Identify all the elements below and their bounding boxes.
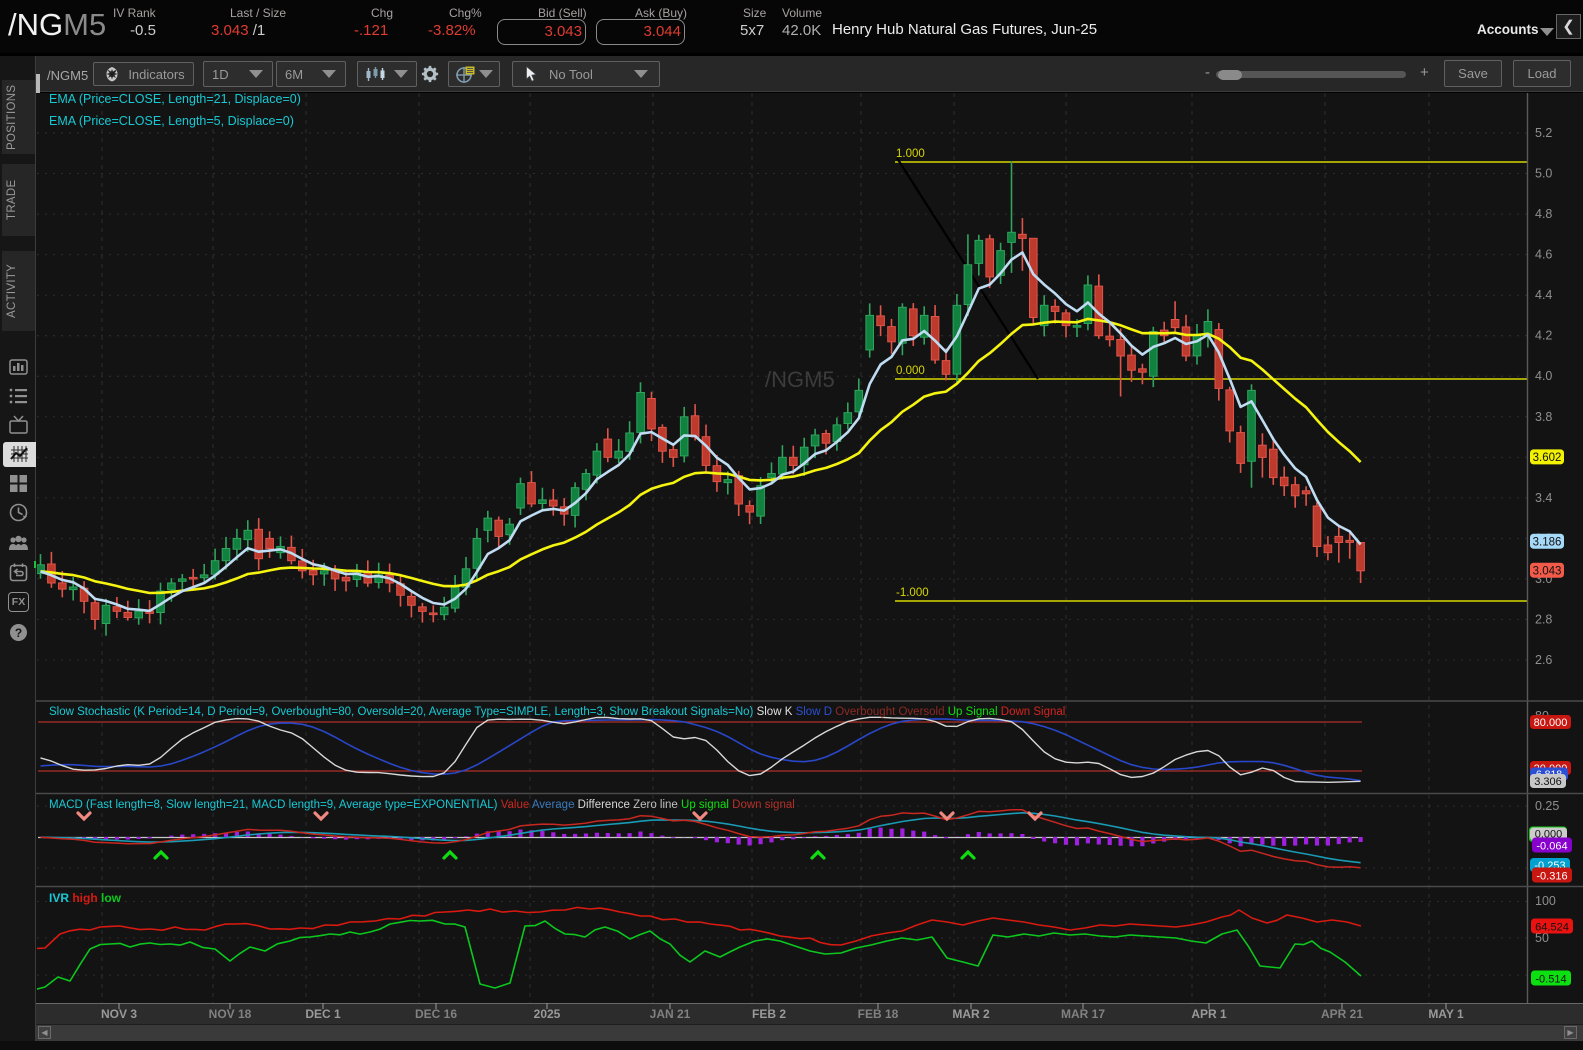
svg-text:5.0: 5.0 bbox=[1535, 167, 1552, 181]
svg-text:100: 100 bbox=[1535, 894, 1556, 908]
svg-text:-1.000: -1.000 bbox=[896, 587, 929, 599]
svg-text:64.524: 64.524 bbox=[1535, 921, 1569, 933]
svg-text:-0.514: -0.514 bbox=[1535, 973, 1566, 985]
svg-text:MACD (Fast length=8, Slow leng: MACD (Fast length=8, Slow length=21, MAC… bbox=[49, 799, 795, 811]
svg-text:3.186: 3.186 bbox=[1533, 537, 1562, 549]
svg-text:IVR high low: IVR high low bbox=[49, 891, 122, 905]
svg-text:2.6: 2.6 bbox=[1535, 653, 1552, 667]
svg-text:Slow Stochastic (K Period=14,: Slow Stochastic (K Period=14, D Period=9… bbox=[49, 706, 1065, 718]
svg-text:-0.316: -0.316 bbox=[1536, 870, 1567, 882]
svg-text:4.0: 4.0 bbox=[1535, 369, 1552, 383]
svg-text:4.4: 4.4 bbox=[1535, 288, 1552, 302]
svg-text:1.000: 1.000 bbox=[896, 148, 925, 160]
svg-text:0.25: 0.25 bbox=[1535, 799, 1559, 813]
svg-text:4.8: 4.8 bbox=[1535, 207, 1552, 221]
svg-text:3.602: 3.602 bbox=[1533, 452, 1562, 464]
svg-text:3.043: 3.043 bbox=[1533, 566, 1562, 578]
svg-text:4.6: 4.6 bbox=[1535, 248, 1552, 262]
svg-text:-0.064: -0.064 bbox=[1536, 840, 1567, 852]
svg-text:/NGM5: /NGM5 bbox=[765, 367, 835, 392]
svg-text:3.4: 3.4 bbox=[1535, 491, 1552, 505]
svg-text:80.000: 80.000 bbox=[1534, 717, 1568, 729]
svg-text:EMA (Price=CLOSE, Length=5, Di: EMA (Price=CLOSE, Length=5, Displace=0) bbox=[49, 114, 294, 128]
svg-text:2.8: 2.8 bbox=[1535, 613, 1552, 627]
svg-text:4.2: 4.2 bbox=[1535, 329, 1552, 343]
svg-text:3.8: 3.8 bbox=[1535, 410, 1552, 424]
svg-text:5.2: 5.2 bbox=[1535, 126, 1552, 140]
svg-text:3.306: 3.306 bbox=[1534, 776, 1562, 788]
svg-text:EMA (Price=CLOSE, Length=21, D: EMA (Price=CLOSE, Length=21, Displace=0) bbox=[49, 92, 301, 106]
svg-text:0.000: 0.000 bbox=[896, 365, 925, 377]
